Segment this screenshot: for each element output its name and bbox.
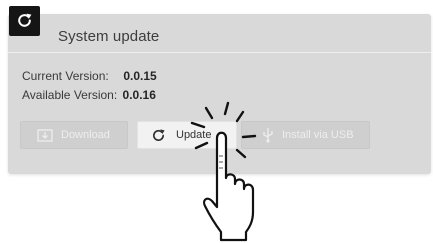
dialog-title: System update: [58, 28, 160, 45]
refresh-icon: [150, 127, 166, 143]
refresh-icon: [18, 13, 32, 27]
dialog-header: System update: [8, 14, 431, 53]
current-version-value: 0.0.15: [123, 69, 157, 83]
install-usb-label: Install via USB: [282, 129, 354, 141]
tap-hand-icon: [190, 101, 257, 242]
current-version-label: Current Version:: [22, 69, 109, 83]
available-version-row: Available Version: 0.0.16: [22, 88, 156, 102]
available-version-value: 0.0.16: [122, 88, 156, 102]
download-icon: [37, 127, 53, 143]
download-label: Download: [61, 129, 110, 141]
app-badge: [9, 6, 40, 36]
available-version-label: Available Version:: [22, 88, 118, 102]
current-version-row: Current Version: 0.0.15: [22, 69, 157, 83]
download-button[interactable]: Download: [20, 121, 128, 149]
